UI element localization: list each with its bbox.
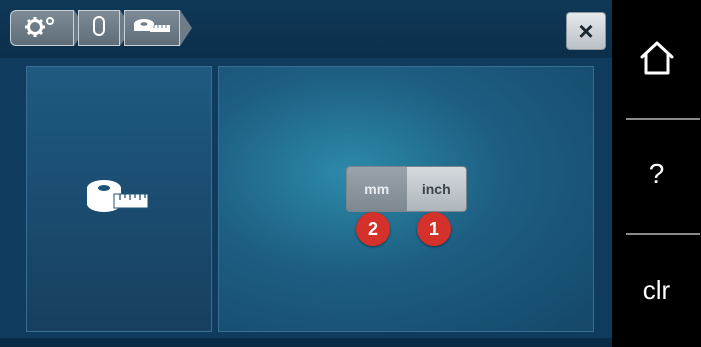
breadcrumb: [10, 10, 192, 46]
breadcrumb-settings[interactable]: [10, 10, 86, 46]
presser-foot-icon: [92, 15, 106, 42]
breadcrumb-measuring-tape[interactable]: [124, 10, 192, 46]
measuring-tape-icon: [84, 178, 150, 221]
help-label: ?: [648, 158, 665, 189]
callout-badge-inch: 1: [417, 212, 451, 246]
screen-bottom-frame: [0, 338, 612, 347]
close-button[interactable]: ×: [566, 12, 606, 50]
breadcrumb-presser-foot[interactable]: [78, 10, 132, 46]
help-button[interactable]: ?: [612, 124, 701, 224]
top-bar: ×: [0, 0, 612, 58]
right-sidebar: ? clr: [612, 0, 701, 347]
sidebar-divider: [626, 118, 700, 120]
measuring-tape-icon: [132, 15, 172, 42]
clear-button[interactable]: clr: [612, 240, 701, 340]
clear-label: clr: [642, 274, 671, 305]
home-icon: [638, 40, 676, 81]
home-button[interactable]: [612, 10, 701, 110]
inch-button[interactable]: inch: [406, 167, 466, 211]
main-screen: × mm inch 2 1: [0, 0, 612, 347]
close-icon: ×: [578, 16, 594, 46]
unit-toggle: mm inch: [346, 166, 467, 212]
callout-badge-mm: 2: [356, 212, 390, 246]
mm-button[interactable]: mm: [347, 167, 407, 211]
sidebar-divider: [626, 233, 700, 235]
settings-gears-icon: [23, 15, 57, 42]
